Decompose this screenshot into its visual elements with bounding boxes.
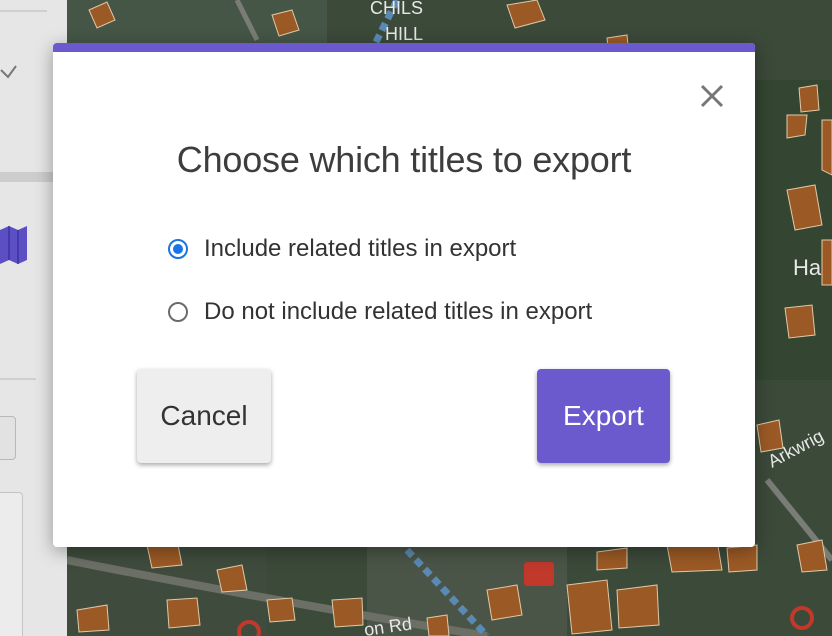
check-icon <box>0 65 17 79</box>
map-icon[interactable] <box>0 226 28 264</box>
map-label: Ha <box>793 255 822 280</box>
sidebar-panel <box>0 492 23 636</box>
sidebar-divider <box>0 10 47 12</box>
include-related-label[interactable]: Include related titles in export <box>204 235 516 263</box>
sidebar-dropdown[interactable] <box>0 416 16 460</box>
exclude-related-radio[interactable] <box>168 302 188 322</box>
export-button[interactable]: Export <box>537 369 670 463</box>
dialog-title: Choose which titles to export <box>176 139 632 180</box>
map-label: HILL <box>385 24 423 44</box>
exclude-related-option[interactable]: Do not include related titles in export <box>168 297 592 327</box>
include-related-radio[interactable] <box>168 239 188 259</box>
exclude-related-label[interactable]: Do not include related titles in export <box>204 298 592 326</box>
dialog-accent-bar <box>53 43 755 52</box>
cancel-button[interactable]: Cancel <box>137 369 271 463</box>
close-icon[interactable] <box>695 79 729 113</box>
map-label: CHILS <box>370 0 423 18</box>
sidebar-divider <box>0 378 36 380</box>
export-dialog: Choose which titles to export Include re… <box>53 43 755 547</box>
include-related-option[interactable]: Include related titles in export <box>168 234 516 264</box>
app-window: CHILS HILL Ha Arkwrig on Rd Choose which… <box>0 0 832 636</box>
